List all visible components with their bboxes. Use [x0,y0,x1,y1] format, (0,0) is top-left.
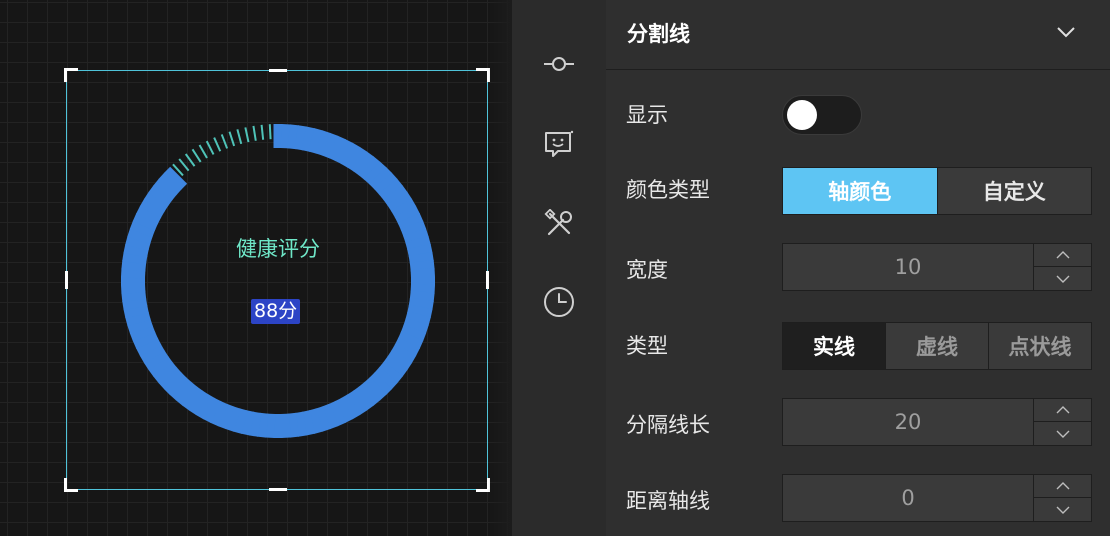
split-length-label: 分隔线长 [626,413,710,437]
section-title: 分割线 [627,22,690,46]
color-type-segmented: 轴颜色 自定义 [782,167,1092,215]
gauge-progress-segment [280,123,291,149]
split-length-decrement-button[interactable] [1034,422,1092,445]
gauge-remaining-tick [228,131,236,147]
split-length-number-input[interactable]: 20 [782,398,1092,446]
property-panel: 分割线 显示 颜色类型 轴颜色 自定义 宽度 10 类型 实线 虚线 点状线 分… [606,0,1110,536]
line-type-dotted-option[interactable]: 点状线 [989,323,1091,369]
gauge-progress-segment [120,283,146,294]
gauge-progress-segment [123,304,149,319]
split-length-stepper [1033,399,1092,445]
split-length-value[interactable]: 20 [783,399,1033,445]
gauge-remaining-tick [244,127,250,143]
gauge-progress-segment [287,412,299,438]
chevron-up-icon [1056,482,1070,490]
chevron-down-icon[interactable] [1056,22,1076,42]
panel-icon-strip [512,0,606,536]
axis-distance-decrement-button[interactable] [1034,498,1092,521]
line-type-segmented: 实线 虚线 点状线 [782,322,1092,370]
gauge-remaining-tick [205,140,215,155]
section-header[interactable]: 分割线 [606,0,1110,70]
gauge-remaining-tick [184,153,196,167]
color-type-label: 颜色类型 [626,178,710,202]
show-label: 显示 [626,103,668,127]
chevron-down-icon [1056,506,1070,514]
clock-icon[interactable] [541,284,577,320]
chevron-up-icon [1056,251,1070,259]
gauge-value: 88分 [251,299,301,324]
chevron-down-icon [1056,275,1070,283]
gauge-remaining-tick [178,158,190,172]
gauge-progress-segment [280,413,291,439]
resize-handle-bottom[interactable] [269,488,287,491]
width-increment-button[interactable] [1034,244,1092,267]
gauge-progress-segment [121,290,147,302]
gauge-remaining-tick [252,125,257,141]
width-decrement-button[interactable] [1034,267,1092,290]
width-label: 宽度 [626,258,668,282]
axis-distance-number-input[interactable]: 0 [782,474,1092,522]
gauge-progress-segment [122,297,148,311]
gauge-progress-segment [410,268,436,279]
color-type-axis-option[interactable]: 轴颜色 [783,168,938,214]
gauge-progress-segment [409,290,435,302]
gauge-title: 健康评分 [236,237,320,261]
color-type-custom-option[interactable]: 自定义 [938,168,1092,214]
width-number-input[interactable]: 10 [782,243,1092,291]
resize-handle-top-left[interactable] [64,68,78,82]
gauge-remaining-tick [236,129,243,145]
gauge-remaining-tick [260,124,265,140]
line-type-label: 类型 [626,334,668,358]
gauge-remaining-tick [191,148,202,163]
gauge-progress-segment [409,260,435,272]
connector-icon[interactable] [541,46,577,82]
tools-icon[interactable] [541,206,577,242]
selected-widget[interactable]: 健康评分 88分 [64,68,490,492]
gauge-progress-segment [410,283,436,294]
resize-handle-bottom-left[interactable] [64,478,78,492]
axis-distance-value[interactable]: 0 [783,475,1033,521]
chevron-down-icon [1056,430,1070,438]
width-stepper [1033,244,1092,290]
toggle-knob [787,100,817,130]
axis-distance-label: 距离轴线 [626,489,710,513]
gauge-progress-segment [294,411,308,437]
axis-distance-stepper [1033,475,1092,521]
resize-handle-top[interactable] [269,69,287,72]
line-type-dashed-option[interactable]: 虚线 [886,323,989,369]
gauge-progress-segment [408,297,434,311]
chat-face-icon[interactable] [541,126,577,162]
gauge-chart [120,123,436,439]
gauge-progress-segment [257,412,269,438]
gauge-progress-segment [265,413,276,439]
gauge-progress-segment [248,411,262,437]
gauge-remaining-tick [220,134,229,149]
resize-handle-left[interactable] [65,271,68,289]
show-toggle[interactable] [782,95,862,135]
width-value[interactable]: 10 [783,244,1033,290]
line-type-solid-option[interactable]: 实线 [783,323,886,369]
gauge-remaining-tick [268,124,272,140]
split-length-increment-button[interactable] [1034,399,1092,422]
gauge-progress-segment [287,124,299,150]
editor-canvas[interactable]: 健康评分 88分 [0,0,512,536]
gauge-progress-segment [121,260,147,272]
axis-distance-increment-button[interactable] [1034,475,1092,498]
gauge-remaining-tick [213,137,222,152]
gauge-remaining-tick [198,144,208,159]
chevron-up-icon [1056,406,1070,414]
gauge-progress-segment [120,268,146,279]
gauge-progress-segment [301,410,316,436]
gauge-progress-segment [294,125,308,151]
canvas-shadow [488,0,512,536]
